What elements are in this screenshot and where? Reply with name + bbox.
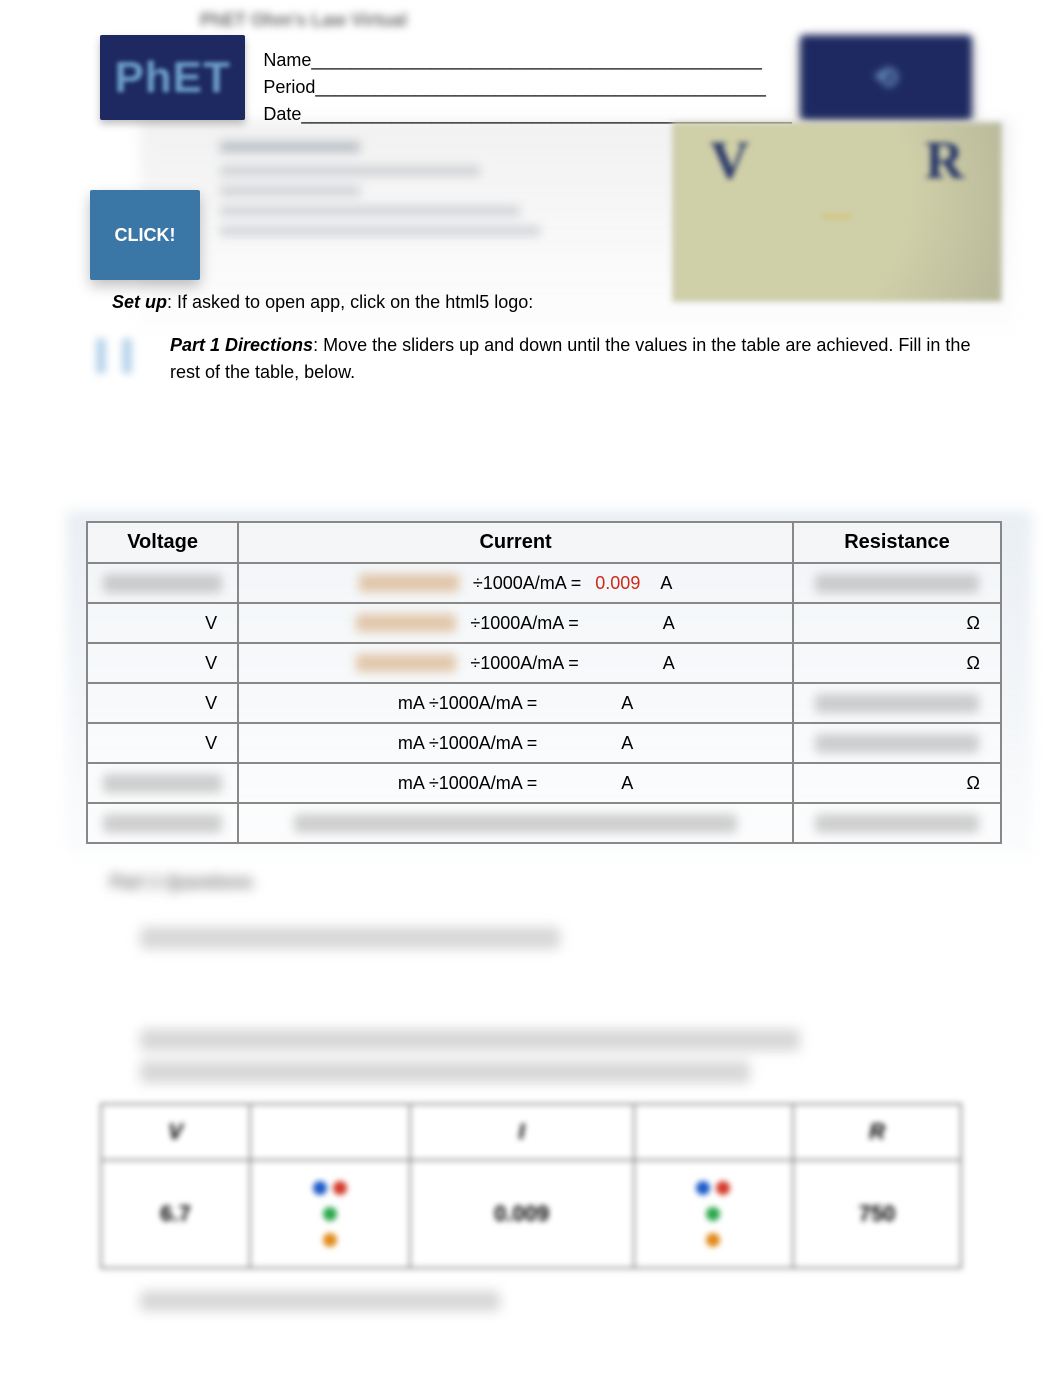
table-row: mA ÷1000A/mA =AΩ (87, 763, 1001, 803)
voltage-cell: V (87, 683, 238, 723)
resistance-cell (793, 563, 1001, 603)
voltage-cell (87, 563, 238, 603)
t2-h-i: I (410, 1104, 634, 1160)
blur-line (140, 1061, 750, 1083)
banner-icon: ⟲ (874, 61, 897, 94)
blur-line (140, 927, 560, 949)
setup-line: Set up: If asked to open app, click on t… (112, 292, 533, 313)
current-cell: ÷1000A/mA =A (238, 643, 793, 683)
questions-header: Part 1 Questions (110, 868, 962, 897)
period-line: Period__________________________________… (263, 74, 792, 101)
questions-block: Part 1 Questions (110, 868, 962, 1083)
period-blank: ________________________________________… (315, 77, 765, 97)
click-button[interactable]: CLICK! (90, 190, 200, 280)
page: PhET Ohm's Law Virtual PhET Name________… (0, 10, 1062, 1311)
phet-logo-text: PhET (114, 53, 230, 103)
search-area-blur (220, 142, 662, 246)
current-cell: mA ÷1000A/mA =A (238, 723, 793, 763)
resistance-cell (793, 683, 1001, 723)
sim-r: R (925, 129, 964, 191)
sim-v: V (710, 129, 749, 191)
current-cell: mA ÷1000A/mA =A (238, 683, 793, 723)
resistance-cell (793, 803, 1001, 843)
voltage-cell: V (87, 603, 238, 643)
resistance-cell: Ω (793, 603, 1001, 643)
voltage-cell (87, 763, 238, 803)
data-table-1: Voltage Current Resistance ÷1000A/mA =0.… (86, 521, 1002, 844)
t2-h-r: R (793, 1104, 961, 1160)
table-row: ÷1000A/mA =0.009A (87, 563, 1001, 603)
part1-label: Part 1 Directions (170, 335, 313, 355)
table-row: V÷1000A/mA =AΩ (87, 603, 1001, 643)
part1-directions: Part 1 Directions: Move the sliders up a… (100, 332, 972, 386)
table-row: VmA ÷1000A/mA =A (87, 683, 1001, 723)
th-current: Current (238, 522, 793, 563)
voltage-cell: V (87, 723, 238, 763)
table-row (87, 803, 1001, 843)
table-row: V÷1000A/mA =AΩ (87, 643, 1001, 683)
th-voltage: Voltage (87, 522, 238, 563)
t2-op2 (634, 1160, 794, 1268)
resistance-cell: Ω (793, 643, 1001, 683)
name-line: Name____________________________________… (263, 47, 792, 74)
table-row: VmA ÷1000A/mA =A (87, 723, 1001, 763)
sim-thumbnail: V — R (672, 122, 1002, 302)
current-cell (238, 803, 793, 843)
t2-h-op2 (634, 1104, 794, 1160)
blur-line (140, 1291, 500, 1311)
resistance-cell: Ω (793, 763, 1001, 803)
table1-wrap: Voltage Current Resistance ÷1000A/mA =0.… (86, 521, 1002, 844)
setup-label: Set up (112, 292, 167, 312)
sim-dash: — (823, 199, 851, 231)
blur-line (140, 1029, 800, 1051)
name-label: Name (263, 50, 311, 70)
th-resistance: Resistance (793, 522, 1001, 563)
current-cell: mA ÷1000A/mA =A (238, 763, 793, 803)
t2-h-v: V (101, 1104, 250, 1160)
t2-i: 0.009 (410, 1160, 634, 1268)
header-row: PhET Name_______________________________… (100, 35, 972, 128)
resistance-cell (793, 723, 1001, 763)
date-label: Date (263, 104, 301, 124)
header-right-banner: ⟲ (800, 35, 972, 120)
setup-text: : If asked to open app, click on the htm… (167, 292, 533, 312)
name-period-date: Name____________________________________… (245, 35, 800, 128)
t2-h-op1 (250, 1104, 410, 1160)
t2-r: 750 (793, 1160, 961, 1268)
sliders-icon (90, 334, 150, 378)
data-table-2: V I R 6.7 0.009 (100, 1103, 962, 1269)
setup-area: CLICK! V — R Set up: If asked to open ap… (90, 132, 1002, 332)
t2-v: 6.7 (101, 1160, 250, 1268)
date-blank: ________________________________________… (301, 104, 792, 124)
voltage-cell: V (87, 643, 238, 683)
current-cell: ÷1000A/mA =A (238, 603, 793, 643)
period-label: Period (263, 77, 315, 97)
worksheet-title-blur: PhET Ohm's Law Virtual (200, 10, 1062, 31)
current-cell: ÷1000A/mA =0.009A (238, 563, 793, 603)
t2-op1 (250, 1160, 410, 1268)
name-blank: ________________________________________… (311, 50, 761, 70)
voltage-cell (87, 803, 238, 843)
phet-logo: PhET (100, 35, 245, 120)
